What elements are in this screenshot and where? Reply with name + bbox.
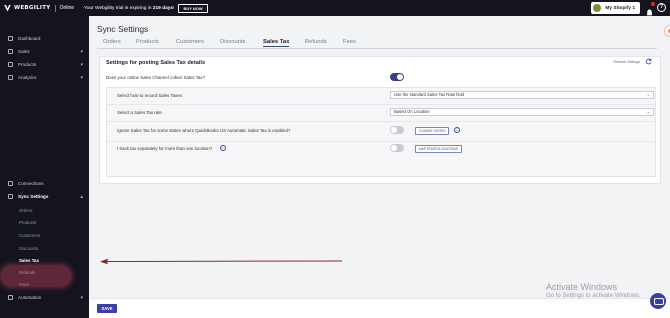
sidebar-subitem-discounts[interactable]: Discounts bbox=[19, 246, 38, 251]
divider bbox=[107, 121, 655, 122]
sidebar-subitem-orders[interactable]: Orders bbox=[19, 208, 32, 213]
sidebar-item-dashboard[interactable]: Dashboard bbox=[0, 33, 89, 44]
sidebar-subitem-customers[interactable]: Customers bbox=[19, 233, 40, 238]
sidebar-item-label: Sync Settings bbox=[18, 194, 49, 199]
tab-fees[interactable]: Fees bbox=[343, 39, 356, 45]
sales-tax-options-panel: Select how to record Sales Taxes Use the… bbox=[106, 87, 656, 177]
products-icon bbox=[8, 62, 13, 67]
question-record-sales-taxes: Select how to record Sales Taxes bbox=[117, 93, 182, 98]
chevron-down-icon: ▾ bbox=[80, 294, 83, 301]
change-states-button[interactable]: CHANGE STATES bbox=[415, 127, 450, 135]
divider bbox=[107, 104, 655, 105]
watermark-title: Activate Windows bbox=[546, 282, 618, 292]
chevron-down-icon: ▾ bbox=[80, 61, 83, 68]
sync-settings-icon bbox=[8, 194, 13, 199]
tab-products[interactable]: Products bbox=[136, 39, 159, 45]
chat-icon[interactable] bbox=[650, 293, 666, 309]
store-name: My Shopify 1 bbox=[605, 5, 635, 11]
sales-icon bbox=[8, 49, 13, 54]
webgility-logo-icon bbox=[4, 4, 11, 12]
trial-prefix: Your Webgility trial is expiring in bbox=[84, 5, 153, 11]
connections-icon bbox=[8, 181, 13, 186]
dashboard-icon bbox=[8, 36, 13, 41]
sidebar-item-sync-settings[interactable]: Sync Settings ▴ bbox=[0, 191, 89, 202]
highlight-marker bbox=[2, 267, 70, 285]
sidebar-subitem-fees[interactable]: Fees bbox=[19, 282, 29, 287]
buy-now-button[interactable]: BUY NOW bbox=[178, 3, 208, 13]
sidebar-item-products[interactable]: Products ▾ bbox=[0, 59, 89, 70]
question-track-tax-locations: I track tax separately for more than one… bbox=[117, 146, 213, 151]
notification-badge bbox=[651, 2, 655, 6]
main-content: Sync Settings Orders Products Customers … bbox=[89, 16, 670, 318]
divider bbox=[54, 4, 56, 12]
sales-tax-settings-card: Settings for posting Sales Tax details R… bbox=[99, 56, 661, 184]
brand-name: WEBGILITY bbox=[14, 5, 51, 11]
annotation-arrow bbox=[100, 258, 342, 265]
sidebar-item-label: Analytics bbox=[18, 75, 37, 80]
trial-suffix: ! bbox=[173, 5, 175, 11]
page-title: Sync Settings bbox=[97, 24, 149, 34]
store-selector[interactable]: My Shopify 1 bbox=[591, 2, 640, 14]
chevron-up-icon: ▴ bbox=[80, 193, 83, 200]
automation-icon bbox=[8, 295, 13, 300]
sidebar-item-connections[interactable]: Connections bbox=[0, 178, 89, 189]
sidebar-item-label: Connections bbox=[18, 181, 44, 186]
chevron-down-icon: ⌄ bbox=[646, 109, 650, 114]
card-title: Settings for posting Sales Tax details bbox=[106, 60, 206, 66]
tab-refunds[interactable]: Refunds bbox=[305, 39, 327, 45]
sidebar-item-sales[interactable]: Sales ▾ bbox=[0, 46, 89, 57]
question-ignore-sales-tax: Ignore Sales Tax for some states where Q… bbox=[117, 128, 291, 133]
refresh-settings-label[interactable]: Refresh Settings bbox=[613, 60, 640, 64]
trial-message: Your Webgility trial is expiring in 219 … bbox=[84, 6, 174, 11]
question-sales-tax-rate: Select a Sales Tax rate bbox=[117, 110, 162, 115]
store-avatar bbox=[593, 4, 602, 12]
sidebar-item-analytics[interactable]: Analytics ▾ bbox=[0, 72, 89, 83]
tab-customers[interactable]: Customers bbox=[176, 39, 204, 45]
info-icon[interactable]: i bbox=[454, 127, 460, 133]
watermark-subtitle: Go to Settings to activate Windows. bbox=[546, 293, 641, 299]
map-states-locations-button[interactable]: MAP STATES/LOCATIONS bbox=[415, 145, 462, 153]
tab-sales-tax[interactable]: Sales Tax bbox=[263, 39, 290, 47]
record-sales-tax-value: Use the standard Sales Tax Rate field bbox=[394, 92, 464, 97]
tab-discounts[interactable]: Discounts bbox=[220, 39, 245, 45]
top-bar: WEBGILITY Online Your Webgility trial is… bbox=[0, 0, 670, 17]
tab-orders[interactable]: Orders bbox=[103, 39, 121, 45]
sidebar: Dashboard Sales ▾ Products ▾ Analytics ▾… bbox=[0, 16, 89, 318]
ignore-sales-tax-toggle[interactable] bbox=[390, 126, 404, 134]
help-icon[interactable]: ? bbox=[657, 3, 666, 12]
track-tax-locations-toggle[interactable] bbox=[390, 144, 404, 152]
bottom-action-bar: SAVE bbox=[89, 298, 670, 318]
sidebar-item-label: Automation bbox=[18, 295, 42, 300]
chevron-down-icon: ▾ bbox=[80, 74, 83, 81]
record-sales-tax-select[interactable]: Use the standard Sales Tax Rate field ⌄ bbox=[390, 91, 654, 99]
notifications-bell-icon[interactable] bbox=[646, 2, 655, 17]
sales-tax-rate-value: Based On Location bbox=[394, 109, 430, 114]
info-icon[interactable]: i bbox=[220, 145, 226, 151]
refresh-icon[interactable] bbox=[645, 58, 652, 65]
analytics-icon bbox=[8, 75, 13, 80]
side-panel-toggle[interactable] bbox=[664, 25, 670, 37]
question-collect-sales-tax: Does your online Sales Channel collect S… bbox=[106, 75, 206, 80]
brand-logo[interactable]: WEBGILITY bbox=[4, 4, 51, 12]
sidebar-subitem-sales-tax[interactable]: Sales Tax bbox=[19, 258, 39, 263]
trial-days: 219 days bbox=[152, 5, 174, 11]
activate-windows-watermark: Activate Windows Go to Settings to activ… bbox=[546, 282, 641, 299]
chevron-down-icon: ⌄ bbox=[646, 92, 650, 97]
sales-tax-rate-select[interactable]: Based On Location ⌄ bbox=[390, 108, 654, 116]
divider bbox=[107, 141, 655, 142]
sidebar-subitem-refunds[interactable]: Refunds bbox=[19, 270, 35, 275]
save-button[interactable]: SAVE bbox=[97, 304, 117, 313]
sidebar-item-label: Dashboard bbox=[18, 36, 41, 41]
tab-bar: Orders Products Customers Discounts Sale… bbox=[97, 39, 657, 49]
sidebar-subitem-products[interactable]: Products bbox=[19, 220, 36, 225]
chevron-down-icon: ▾ bbox=[80, 48, 83, 55]
online-status: Online bbox=[59, 5, 75, 11]
sidebar-item-label: Sales bbox=[18, 49, 30, 54]
collect-sales-tax-toggle[interactable] bbox=[390, 73, 404, 81]
sidebar-item-automation[interactable]: Automation ▾ bbox=[0, 292, 89, 303]
sidebar-item-label: Products bbox=[18, 62, 37, 67]
